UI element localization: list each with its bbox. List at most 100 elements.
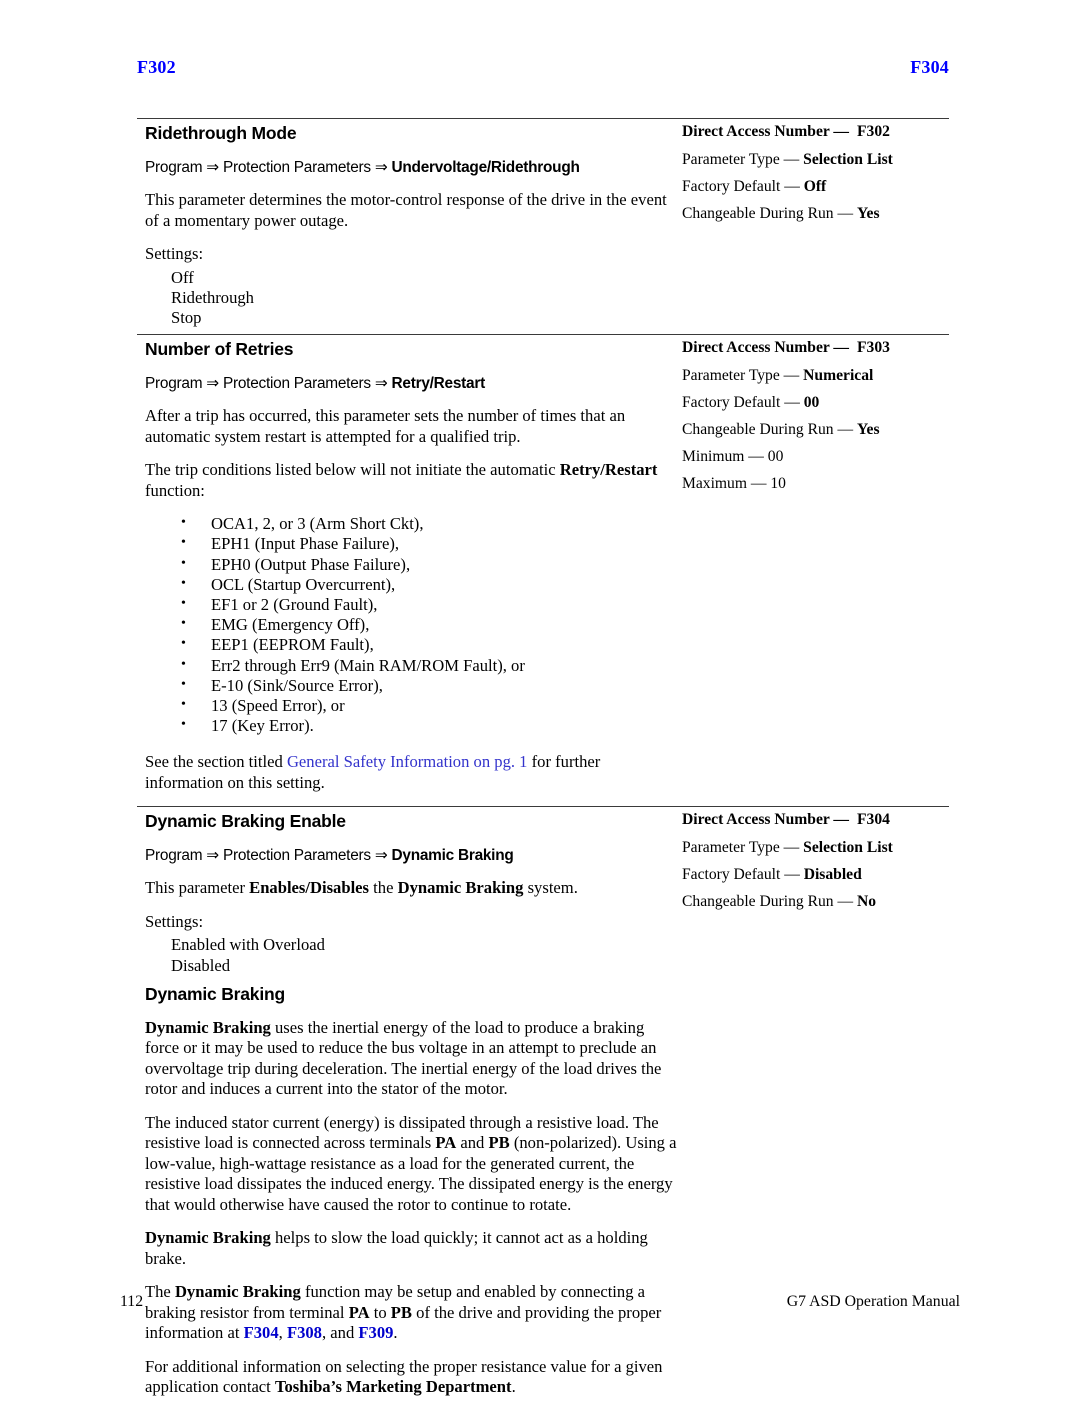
text-fragment: . xyxy=(393,1323,398,1343)
list-item: EPH1 (Input Phase Failure), xyxy=(145,533,682,554)
attr-minimum: Minimum — 00 xyxy=(682,448,949,466)
attr-label: Factory Default — xyxy=(682,178,800,195)
breadcrumb-path: Program ⇒ Protection Parameters ⇒ xyxy=(145,159,392,176)
attr-value: Numerical xyxy=(803,367,874,385)
breadcrumb: Program ⇒ Protection Parameters ⇒ Underv… xyxy=(145,158,682,177)
breadcrumb-leaf: Dynamic Braking xyxy=(391,847,514,865)
attr-value: 00 xyxy=(803,394,820,412)
breadcrumb-path: Program ⇒ Protection Parameters ⇒ xyxy=(145,847,392,865)
attr-label: Parameter Type — xyxy=(682,151,800,168)
parameter-link-f309[interactable]: F309 xyxy=(358,1323,393,1342)
page-footer: 112 G7 ASD Operation Manual xyxy=(120,1293,960,1311)
text-emphasis: Dynamic Braking xyxy=(145,1017,271,1037)
text-fragment: , xyxy=(278,1323,287,1343)
text-emphasis: Dynamic Braking xyxy=(397,878,524,898)
footer-manual-title: G7 ASD Operation Manual xyxy=(786,1293,960,1310)
document-page: F302 F304 Ridethrough Mode Program ⇒ Pro… xyxy=(0,0,1080,1397)
attr-label: Parameter Type — xyxy=(682,839,800,857)
terminal-pa: PA xyxy=(435,1133,457,1153)
parameter-attributes: Direct Access Number — F303 Parameter Typ… xyxy=(682,339,949,502)
section-rule xyxy=(137,334,949,336)
list-item: Stop xyxy=(171,307,202,327)
attr-label: Factory Default — xyxy=(682,394,800,412)
attr-label: Changeable During Run — xyxy=(682,893,854,911)
text-fragment: This parameter xyxy=(145,878,250,898)
settings-label: Settings: xyxy=(145,244,204,263)
attr-label: Minimum — xyxy=(682,448,764,466)
attr-factory-default: Factory Default — Off xyxy=(682,178,949,196)
text-fragment: the xyxy=(369,878,398,898)
attr-label: Direct Access Number — xyxy=(682,123,850,140)
trip-conditions-intro: The trip conditions listed below will no… xyxy=(145,460,682,501)
attr-direct-access-number: Direct Access Number — F303 xyxy=(682,339,949,357)
running-header-left: F302 xyxy=(137,57,176,77)
text-fragment: system. xyxy=(523,878,578,898)
list-item: Off xyxy=(171,267,194,287)
text-fragment: function: xyxy=(145,480,205,500)
parameter-description: This parameter Enables/Disables the Dyna… xyxy=(145,878,682,899)
terminal-pb: PB xyxy=(488,1133,510,1153)
list-item: E-10 (Sink/Source Error), xyxy=(145,675,682,696)
breadcrumb-leaf: Retry/Restart xyxy=(391,375,486,393)
attr-label: Factory Default — xyxy=(682,866,800,884)
list-item: EMG (Emergency Off), xyxy=(145,614,682,635)
breadcrumb-leaf: Undervoltage/Ridethrough xyxy=(391,159,580,176)
page-title: Dynamic Braking xyxy=(145,983,285,1004)
attr-factory-default: Factory Default — Disabled xyxy=(682,866,949,884)
attr-label: Direct Access Number — xyxy=(682,339,850,357)
list-item: EPH0 (Output Phase Failure), xyxy=(145,554,682,575)
text-fragment: and xyxy=(456,1133,489,1153)
attr-direct-access-number: Direct Access Number — F304 xyxy=(682,811,949,829)
dynamic-braking-paragraph-3: Dynamic Braking helps to slow the load q… xyxy=(145,1228,682,1269)
parameter-description: This parameter determines the motor-cont… xyxy=(145,190,667,230)
section-rule xyxy=(137,118,949,119)
text-fragment: The trip conditions listed below will no… xyxy=(145,460,560,480)
text-emphasis: Toshiba’s Marketing Department xyxy=(274,1377,512,1397)
footer-page-number: 112 xyxy=(120,1293,144,1310)
running-header-right: F304 xyxy=(910,57,949,77)
dynamic-braking-section: Dynamic Braking Dynamic Braking uses the… xyxy=(137,984,682,1398)
list-item: Disabled xyxy=(171,955,230,975)
attr-factory-default: Factory Default — 00 xyxy=(682,394,949,412)
attr-value: Disabled xyxy=(803,866,862,884)
attr-changeable-during-run: Changeable During Run — Yes xyxy=(682,421,949,439)
dynamic-braking-paragraph-4: The Dynamic Braking function may be setu… xyxy=(145,1282,682,1344)
cross-reference-paragraph: See the section titled General Safety In… xyxy=(145,752,682,793)
attr-value: Yes xyxy=(856,421,880,439)
parameter-left-column: Number of Retries Program ⇒ Protection P… xyxy=(137,339,682,793)
list-item: 17 (Key Error). xyxy=(145,715,682,736)
parameter-block-f304: Dynamic Braking Enable Program ⇒ Protect… xyxy=(137,811,949,975)
list-item: Ridethrough xyxy=(171,287,254,307)
list-item: Err2 through Err9 (Main RAM/ROM Fault), … xyxy=(145,655,682,676)
attr-value: F302 xyxy=(857,123,890,140)
attr-value: 00 xyxy=(767,448,784,466)
attr-label: Direct Access Number — xyxy=(682,811,850,829)
parameter-description: After a trip has occurred, this paramete… xyxy=(145,406,626,446)
attr-value: 10 xyxy=(770,475,786,493)
text-emphasis: Retry/Restart xyxy=(559,460,658,480)
breadcrumb-path: Program ⇒ Protection Parameters ⇒ xyxy=(145,375,392,393)
dynamic-braking-paragraph-5: For additional information on selecting … xyxy=(145,1357,682,1398)
page-title: Ridethrough Mode xyxy=(145,123,297,143)
attr-changeable-during-run: Changeable During Run — No xyxy=(682,893,949,911)
breadcrumb: Program ⇒ Protection Parameters ⇒ Retry/… xyxy=(145,374,682,393)
parameter-block-f303: Number of Retries Program ⇒ Protection P… xyxy=(137,339,949,793)
attr-value: Off xyxy=(803,178,827,195)
attr-value: Selection List xyxy=(803,151,893,168)
parameter-link-f308[interactable]: F308 xyxy=(287,1323,322,1342)
attr-value: Yes xyxy=(856,205,880,222)
text-fragment: . xyxy=(511,1377,516,1397)
text-emphasis: Enables/Disables xyxy=(249,878,370,898)
text-fragment: , and xyxy=(321,1323,359,1343)
attr-label: Changeable During Run — xyxy=(682,421,854,439)
attr-label: Maximum — xyxy=(682,475,767,493)
text-emphasis: Dynamic Braking xyxy=(145,1228,271,1248)
general-safety-information-link[interactable]: General Safety Information on pg. 1 xyxy=(287,752,528,771)
parameter-link-f304[interactable]: F304 xyxy=(244,1323,279,1342)
list-item: Enabled with Overload xyxy=(171,935,325,955)
attr-maximum: Maximum — 10 xyxy=(682,475,949,493)
text-fragment: See the section titled xyxy=(145,752,287,772)
page-content: Ridethrough Mode Program ⇒ Protection Pa… xyxy=(137,118,949,1411)
section-rule xyxy=(137,806,949,808)
attr-parameter-type: Parameter Type — Selection List xyxy=(682,839,949,857)
